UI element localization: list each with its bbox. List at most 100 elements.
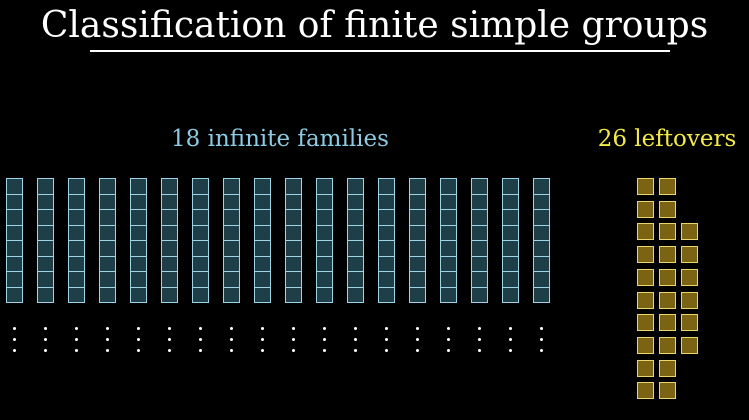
family-cell [254,209,271,226]
leftover-square [681,336,698,354]
family-cell [378,240,395,257]
family-cell [6,255,23,272]
ellipsis-dot [261,338,264,341]
ellipsis-dot [540,349,543,352]
family-cell [6,193,23,210]
leftover-square [681,223,698,241]
leftover-square [659,291,676,309]
family-cell [130,271,147,288]
family-cell [68,255,85,272]
family-cell [533,178,550,195]
family-cell [37,224,54,241]
family-cell [440,240,457,257]
family-cell [6,240,23,257]
family-cell [130,178,147,195]
family-cell [378,255,395,272]
leftover-square [681,268,698,286]
family-cell [285,178,302,195]
family-cell [440,224,457,241]
family-cell [471,224,488,241]
leftover-square [637,268,654,286]
family-cell [533,240,550,257]
family-cell [99,193,116,210]
family-cell [347,240,364,257]
family-cell [285,240,302,257]
family-cell [130,255,147,272]
ellipsis-dot [13,327,16,330]
family-cell [285,209,302,226]
family-cell [347,224,364,241]
leftover-square [659,178,676,195]
family-cell [285,255,302,272]
family-cell [37,193,54,210]
family-cell [68,209,85,226]
family-cell [285,224,302,241]
family-cell [99,271,116,288]
ellipsis-dot [75,338,78,341]
family-cell [471,271,488,288]
family-cell [254,193,271,210]
family-cell [533,271,550,288]
ellipsis-dot [44,349,47,352]
family-cell [254,271,271,288]
family-cell [254,240,271,257]
family-cell [223,271,240,288]
family-cell [6,209,23,226]
leftover-square [659,382,676,400]
family-cell [347,255,364,272]
family-cell [161,255,178,272]
family-cell [502,193,519,210]
family-cell [192,286,209,303]
family-cell [440,286,457,303]
title-underline [90,50,670,52]
ellipsis-dot [106,349,109,352]
family-cell [440,271,457,288]
family-cell [192,193,209,210]
family-cell [533,255,550,272]
ellipsis-dot [230,338,233,341]
ellipsis-dot [447,349,450,352]
family-cell [378,193,395,210]
family-cell [471,193,488,210]
ellipsis-dot [199,338,202,341]
family-cell [161,286,178,303]
family-cell [68,271,85,288]
ellipsis-dot [168,338,171,341]
leftover-square [681,291,698,309]
family-cell [471,178,488,195]
leftover-square [637,246,654,264]
leftover-square [659,336,676,354]
family-cell [68,193,85,210]
family-cell [316,193,333,210]
ellipsis-dot [354,338,357,341]
leftover-square [681,314,698,332]
ellipsis-dot [199,327,202,330]
ellipsis-dot [509,327,512,330]
family-cell [99,224,116,241]
family-cell [471,255,488,272]
family-cell [6,224,23,241]
family-cell [440,178,457,195]
ellipsis-dot [354,327,357,330]
family-cell [533,286,550,303]
family-cell [223,178,240,195]
family-cell [6,271,23,288]
family-cell [254,224,271,241]
ellipsis-dot [137,327,140,330]
ellipsis-dot [261,327,264,330]
leftover-square [637,359,654,377]
ellipsis-dot [323,349,326,352]
ellipsis-dot [385,327,388,330]
family-cell [99,240,116,257]
ellipsis-dot [106,327,109,330]
family-cell [316,255,333,272]
family-cell [99,255,116,272]
family-cell [37,286,54,303]
family-cell [440,209,457,226]
family-cell [347,178,364,195]
family-cell [316,240,333,257]
ellipsis-dot [199,349,202,352]
leftover-square [659,359,676,377]
family-cell [223,240,240,257]
family-cell [223,193,240,210]
